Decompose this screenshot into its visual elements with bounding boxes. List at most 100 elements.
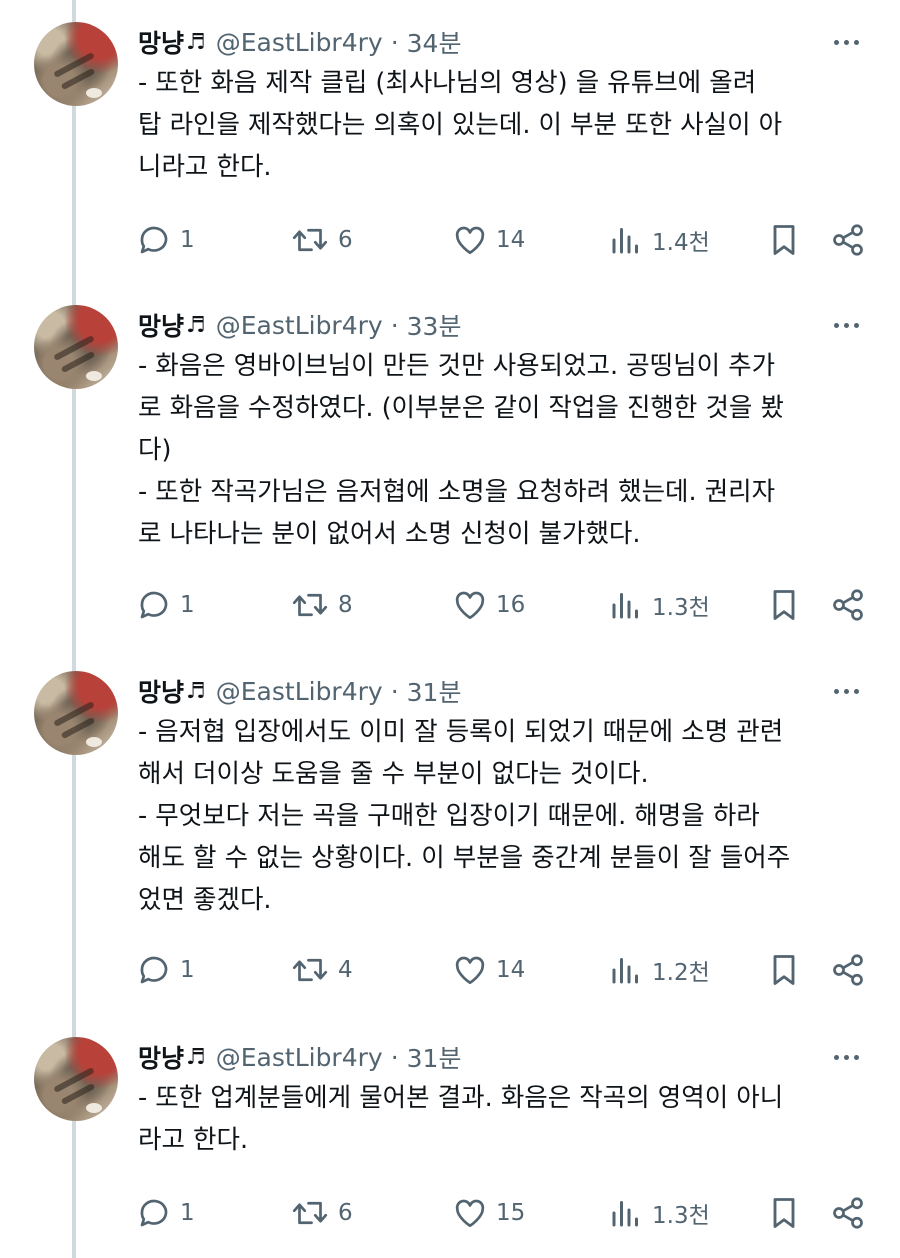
reply-button[interactable]: 1 — [136, 585, 195, 625]
like-button[interactable]: 14 — [452, 220, 525, 260]
avatar[interactable] — [34, 671, 118, 755]
retweet-count: 6 — [338, 227, 353, 253]
display-name[interactable]: 망냥 — [138, 1039, 184, 1075]
views-icon — [608, 222, 644, 258]
tweet-text-line: - 무엇보다 저는 곡을 구매한 입장이기 때문에. 해명을 하라 — [138, 801, 760, 831]
display-name[interactable]: 망냥 — [138, 307, 184, 343]
avatar[interactable] — [34, 305, 118, 389]
bookmark-button[interactable] — [768, 220, 800, 260]
reply-icon — [136, 952, 172, 988]
tweet-text-line: 탑 라인을 제작했다는 의혹이 있는데. 이 부분 또한 사실이 아 — [138, 110, 783, 140]
views-button[interactable]: 1.3천 — [608, 585, 710, 625]
tweet-text-line: - 또한 업계분들에게 물어본 결과. 화음은 작곡의 영역이 아니 — [138, 1083, 784, 1113]
tweet-text-line: - 또한 작곡가님은 음저협에 소명을 요청하려 했는데. 권리자 — [138, 477, 776, 507]
share-icon — [830, 1195, 866, 1231]
timestamp[interactable]: 33분 — [407, 307, 462, 343]
user-handle[interactable]: @EastLibr4ry — [216, 311, 383, 340]
retweet-icon — [290, 952, 330, 988]
tweet-text: - 또한 화음 제작 클립 (최사나님의 영상) 을 유튜브에 올려 탑 라인을… — [138, 62, 878, 188]
views-icon — [608, 587, 644, 623]
share-icon — [830, 587, 866, 623]
avatar[interactable] — [34, 22, 118, 106]
display-name[interactable]: 망냥 — [138, 24, 184, 60]
tweet-text: - 화음은 영바이브님이 만든 것만 사용되었고. 공띵님이 추가 로 화음을 … — [138, 345, 878, 555]
heart-icon — [452, 1195, 488, 1231]
retweet-icon — [290, 222, 330, 258]
tweet-text: - 또한 업계분들에게 물어본 결과. 화음은 작곡의 영역이 아니 라고 한다… — [138, 1077, 878, 1161]
tweet-text-line: - 화음은 영바이브님이 만든 것만 사용되었고. 공띵님이 추가 — [138, 351, 776, 381]
music-note-icon: ♬ — [186, 29, 206, 55]
tweet-text-line: 니라고 한다. — [138, 152, 272, 182]
views-button[interactable]: 1.3천 — [608, 1193, 710, 1233]
bookmark-button[interactable] — [768, 585, 800, 625]
share-icon — [830, 952, 866, 988]
views-button[interactable]: 1.4천 — [608, 220, 710, 260]
share-button[interactable] — [830, 950, 866, 990]
view-count: 1.4천 — [652, 230, 710, 256]
like-count: 15 — [496, 1200, 526, 1226]
tweet-text-line: 다) — [138, 435, 172, 465]
retweet-icon — [290, 587, 330, 623]
tweet-header: 망냥 ♬ @EastLibr4ry · 33분 — [138, 305, 461, 345]
view-count: 1.2천 — [652, 960, 710, 986]
user-handle[interactable]: @EastLibr4ry — [216, 28, 383, 57]
more-icon[interactable] — [826, 1041, 866, 1073]
retweet-button[interactable]: 6 — [290, 1193, 353, 1233]
views-icon — [608, 1195, 644, 1231]
tweet-text-line: 라고 한다. — [138, 1125, 249, 1155]
share-button[interactable] — [830, 1193, 866, 1233]
reply-count: 1 — [180, 957, 195, 983]
like-count: 14 — [496, 957, 526, 983]
tweet-text-line: 었면 좋겠다. — [138, 885, 272, 915]
reply-count: 1 — [180, 592, 195, 618]
retweet-button[interactable]: 8 — [290, 585, 353, 625]
timestamp[interactable]: 34분 — [407, 24, 462, 60]
reply-button[interactable]: 1 — [136, 950, 195, 990]
tweet-text: - 음저협 입장에서도 이미 잘 등록이 되었기 때문에 소명 관련 해서 더이… — [138, 711, 878, 921]
action-bar: 1 6 14 1.4천 — [0, 220, 900, 260]
view-count: 1.3천 — [652, 595, 710, 621]
tweet-header: 망냥 ♬ @EastLibr4ry · 31분 — [138, 671, 461, 711]
user-handle[interactable]: @EastLibr4ry — [216, 1043, 383, 1072]
bookmark-button[interactable] — [768, 950, 800, 990]
action-bar: 1 4 14 1.2천 — [0, 950, 900, 990]
avatar[interactable] — [34, 1037, 118, 1121]
retweet-button[interactable]: 6 — [290, 220, 353, 260]
tweet-text-line: 로 나타나는 분이 없어서 소명 신청이 불가했다. — [138, 519, 641, 549]
reply-icon — [136, 222, 172, 258]
heart-icon — [452, 222, 488, 258]
reply-button[interactable]: 1 — [136, 1193, 195, 1233]
share-button[interactable] — [830, 585, 866, 625]
heart-icon — [452, 587, 488, 623]
reply-count: 1 — [180, 1200, 195, 1226]
music-note-icon: ♬ — [186, 678, 206, 704]
more-icon[interactable] — [826, 675, 866, 707]
tweet-header: 망냥 ♬ @EastLibr4ry · 31분 — [138, 1037, 461, 1077]
like-button[interactable]: 14 — [452, 950, 525, 990]
more-icon[interactable] — [826, 309, 866, 341]
user-handle[interactable]: @EastLibr4ry — [216, 677, 383, 706]
separator-dot: · — [390, 310, 399, 340]
reply-button[interactable]: 1 — [136, 220, 195, 260]
bookmark-icon — [768, 587, 800, 623]
retweet-count: 6 — [338, 1200, 353, 1226]
tweet-text-line: - 음저협 입장에서도 이미 잘 등록이 되었기 때문에 소명 관련 — [138, 717, 784, 747]
retweet-button[interactable]: 4 — [290, 950, 353, 990]
reply-count: 1 — [180, 227, 195, 253]
share-button[interactable] — [830, 220, 866, 260]
views-button[interactable]: 1.2천 — [608, 950, 710, 990]
timestamp[interactable]: 31분 — [407, 1039, 462, 1075]
music-note-icon: ♬ — [186, 1044, 206, 1070]
like-count: 16 — [496, 592, 526, 618]
more-icon[interactable] — [826, 26, 866, 58]
retweet-icon — [290, 1195, 330, 1231]
display-name[interactable]: 망냥 — [138, 673, 184, 709]
like-button[interactable]: 15 — [452, 1193, 525, 1233]
bookmark-icon — [768, 222, 800, 258]
tweet-text-line: - 또한 화음 제작 클립 (최사나님의 영상) 을 유튜브에 올려 — [138, 68, 757, 98]
bookmark-button[interactable] — [768, 1193, 800, 1233]
like-button[interactable]: 16 — [452, 585, 525, 625]
separator-dot: · — [390, 1042, 399, 1072]
reply-icon — [136, 1195, 172, 1231]
timestamp[interactable]: 31분 — [407, 673, 462, 709]
